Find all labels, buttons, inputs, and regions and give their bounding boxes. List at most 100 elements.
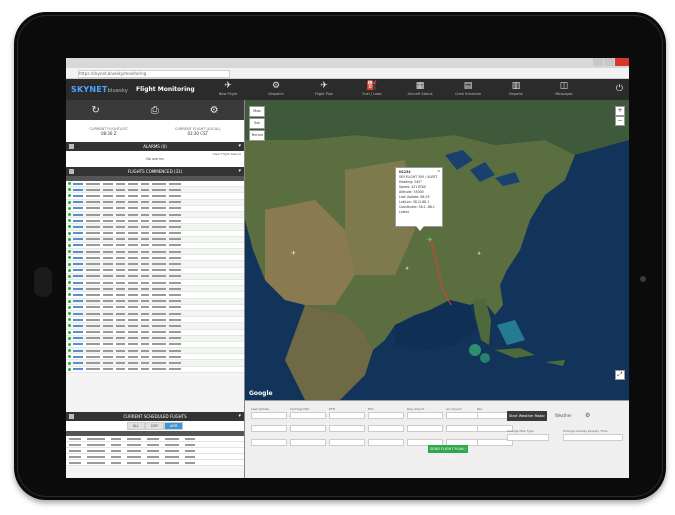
tablet-home-button[interactable] [34, 267, 52, 297]
aircraft-marker-icon[interactable]: ✈ [291, 250, 296, 257]
detail-field[interactable] [290, 439, 326, 446]
toggle-icon[interactable]: ▾ [238, 412, 241, 421]
local-time-value: 03:30 CST [187, 130, 209, 136]
flight-cell [73, 324, 83, 327]
close-button[interactable] [615, 58, 629, 66]
detail-field[interactable] [368, 439, 404, 446]
flight-cell [86, 269, 100, 272]
fuel-button[interactable]: ⛽ Fuel / Load [352, 81, 392, 99]
url-input[interactable]: https://skynet.bluesky/monitoring [78, 70, 230, 78]
detail-field[interactable] [290, 412, 326, 419]
status-dot-icon [68, 182, 71, 186]
detail-field[interactable] [407, 425, 443, 432]
detail-field[interactable] [290, 425, 326, 432]
scheduled-cell [147, 461, 159, 464]
detail-field[interactable] [251, 425, 287, 432]
map-type-sat-button[interactable]: Sat [249, 118, 265, 129]
popup-close-icon[interactable]: × [437, 169, 440, 174]
tab-dep[interactable]: DEP [145, 422, 165, 430]
flight-plan-button[interactable]: ✈ Flight Plan [304, 81, 344, 99]
flight-cell [116, 244, 125, 247]
settings-icon[interactable]: ⚙ [210, 105, 219, 116]
clear-alarms-link[interactable]: Clear Flight Alarms [212, 146, 241, 162]
status-dot-icon [68, 318, 71, 322]
status-dot-icon [68, 281, 71, 285]
scheduled-cell [185, 449, 195, 452]
flight-cell [169, 306, 181, 309]
collapse-icon[interactable] [69, 414, 74, 419]
flight-map[interactable]: ✈ ✈ ✈ ✈ Map Sat Terrain + − ⤢ N1234 SKY-… [245, 100, 629, 400]
print-icon[interactable]: ⎙ [151, 105, 159, 116]
flight-cell [128, 225, 138, 228]
flights-commenced-header[interactable]: FLIGHTS COMMENCED (31) ▾ [66, 167, 244, 176]
maximize-button[interactable] [604, 58, 614, 66]
weather-icon[interactable]: ⚙ [585, 412, 590, 419]
flight-cell [169, 232, 181, 235]
flight-cell [152, 362, 166, 365]
overlay-time-select[interactable] [563, 434, 623, 441]
flight-cell [152, 238, 166, 241]
flight-cell [141, 343, 149, 346]
aircraft-marker-icon[interactable]: ✈ [405, 266, 409, 272]
flight-cell [128, 349, 138, 352]
detail-field[interactable] [368, 425, 404, 432]
flight-cell [141, 281, 149, 284]
flight-row[interactable] [66, 366, 244, 373]
status-dot-icon [68, 262, 71, 266]
detail-field[interactable] [368, 412, 404, 419]
tab-all[interactable]: ALL [126, 422, 145, 430]
flight-cell [169, 207, 181, 210]
flight-cell [86, 275, 100, 278]
toggle-icon[interactable]: ▾ [238, 167, 241, 176]
detail-field[interactable] [407, 412, 443, 419]
flight-cell [116, 281, 125, 284]
weather-radar-button[interactable]: Start Weather Radar [507, 411, 547, 421]
map-type-select[interactable] [507, 434, 549, 441]
detail-field[interactable] [251, 439, 287, 446]
aircraft-marker-icon[interactable]: ✈ [477, 251, 481, 257]
scheduled-row[interactable] [66, 460, 244, 466]
fullscreen-button[interactable]: ⤢ [615, 370, 625, 380]
crew-schedule-button[interactable]: ▤ Crew Schedule [448, 81, 488, 99]
refresh-icon[interactable]: ↻ [91, 105, 99, 116]
flight-cell [103, 269, 113, 272]
status-dot-icon [68, 206, 71, 210]
minimize-button[interactable] [593, 58, 603, 66]
collapse-icon[interactable] [69, 144, 74, 149]
detail-field[interactable] [251, 412, 287, 419]
logo-text: SKYNET [71, 85, 108, 94]
messages-button[interactable]: ◫ Messages [544, 81, 584, 99]
flight-cell [73, 225, 83, 228]
flight-cell [73, 293, 83, 296]
scheduled-cell [165, 437, 179, 440]
overlay-time-select-label: Change Overlay Display Time [563, 429, 608, 433]
flight-cell [86, 232, 100, 235]
collapse-icon[interactable] [69, 169, 74, 174]
flight-cell [169, 368, 181, 371]
aircraft-status-button[interactable]: ▦ Aircraft Status [400, 81, 440, 99]
scheduled-cell [147, 443, 159, 446]
detail-field[interactable] [329, 425, 365, 432]
flight-cell [103, 201, 113, 204]
scheduled-flights-header[interactable]: CURRENT SCHEDULED FLIGHTS ▾ [66, 412, 244, 421]
status-dot-icon [68, 237, 71, 241]
map-type-map-button[interactable]: Map [249, 106, 265, 117]
flight-cell [141, 232, 149, 235]
tab-arr[interactable]: ARR [164, 422, 184, 430]
flight-cell [86, 324, 100, 327]
flight-cell [116, 355, 125, 358]
send-flight-plan-button[interactable]: SEND FLIGHT PLAN / ROUTE [428, 445, 468, 459]
power-icon[interactable]: ⏻ [616, 84, 623, 94]
zoom-out-button[interactable]: − [615, 116, 625, 126]
new-flight-button[interactable]: ✈ New Flight [208, 81, 248, 99]
detail-field[interactable] [329, 439, 365, 446]
dispatch-button[interactable]: ⚙ Dispatch [256, 81, 296, 99]
app-logo[interactable]: SKYNETbluesky [71, 85, 128, 94]
map-type-terrain-button[interactable]: Terrain [249, 130, 265, 141]
flight-cell [86, 244, 100, 247]
aircraft-marker-icon[interactable]: ✈ [427, 236, 433, 244]
flight-cell [141, 194, 149, 197]
reports-button[interactable]: ▥ Reports [496, 81, 536, 99]
detail-field[interactable] [329, 412, 365, 419]
zoom-in-button[interactable]: + [615, 106, 625, 116]
